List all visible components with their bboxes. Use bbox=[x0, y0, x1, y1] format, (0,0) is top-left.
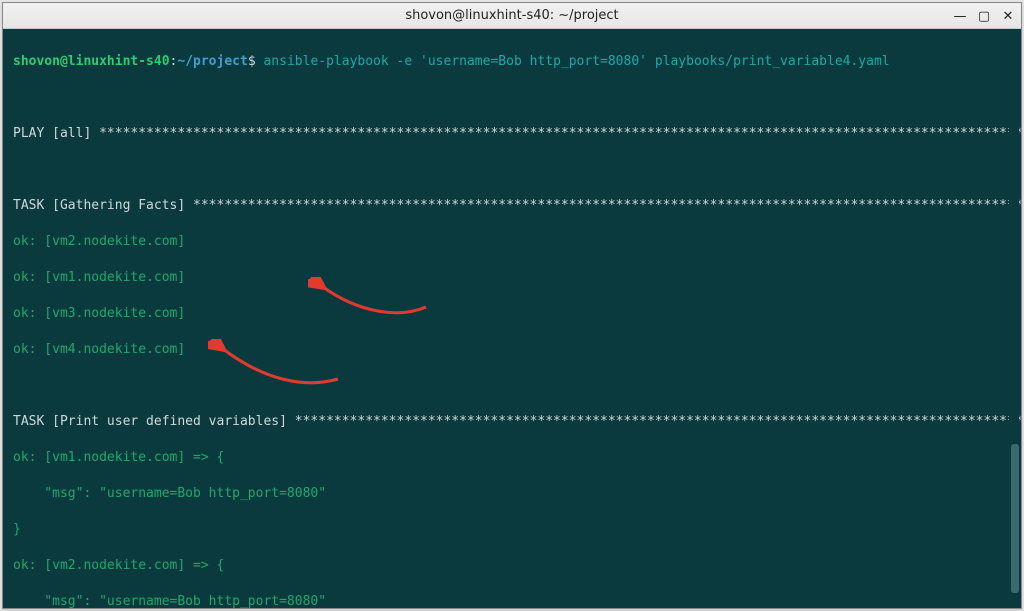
prompt-user-host: shovon@linuxhint-s40 bbox=[13, 54, 170, 69]
gather-ok-line: ok: [vm3.nodekite.com] bbox=[13, 305, 1015, 323]
titlebar[interactable]: shovon@linuxhint-s40: ~/project — ▢ ✕ bbox=[3, 3, 1021, 29]
gather-ok-line: ok: [vm4.nodekite.com] bbox=[13, 341, 1015, 359]
task-gather-header: TASK [Gathering Facts] *****************… bbox=[13, 197, 1015, 215]
gather-ok-line: ok: [vm2.nodekite.com] bbox=[13, 233, 1015, 251]
window-title: shovon@linuxhint-s40: ~/project bbox=[405, 8, 618, 23]
print-block-head: ok: [vm1.nodekite.com] => { bbox=[13, 449, 1015, 467]
terminal-viewport[interactable]: shovon@linuxhint-s40:~/project$ ansible-… bbox=[3, 29, 1021, 608]
command-text: ansible-playbook -e 'username=Bob http_p… bbox=[263, 54, 889, 69]
scrollbar[interactable] bbox=[1009, 33, 1019, 604]
terminal-window: shovon@linuxhint-s40: ~/project — ▢ ✕ sh… bbox=[2, 2, 1022, 609]
gather-ok-line: ok: [vm1.nodekite.com] bbox=[13, 269, 1015, 287]
scrollbar-thumb[interactable] bbox=[1011, 444, 1019, 592]
play-header: PLAY [all] *****************************… bbox=[13, 125, 1015, 143]
prompt-line: shovon@linuxhint-s40:~/project$ ansible-… bbox=[13, 53, 1015, 71]
task-print-header: TASK [Print user defined variables] ****… bbox=[13, 413, 1015, 431]
print-block-msg: "msg": "username=Bob http_port=8080" bbox=[13, 485, 1015, 503]
window-controls: — ▢ ✕ bbox=[953, 3, 1015, 29]
maximize-button[interactable]: ▢ bbox=[977, 9, 991, 23]
prompt-sigil: $ bbox=[248, 54, 256, 69]
print-block-head: ok: [vm2.nodekite.com] => { bbox=[13, 557, 1015, 575]
prompt-path: ~/project bbox=[177, 54, 247, 69]
print-block-msg: "msg": "username=Bob http_port=8080" bbox=[13, 593, 1015, 608]
print-block-close: } bbox=[13, 521, 1015, 539]
minimize-button[interactable]: — bbox=[953, 9, 967, 23]
close-button[interactable]: ✕ bbox=[1001, 9, 1015, 23]
